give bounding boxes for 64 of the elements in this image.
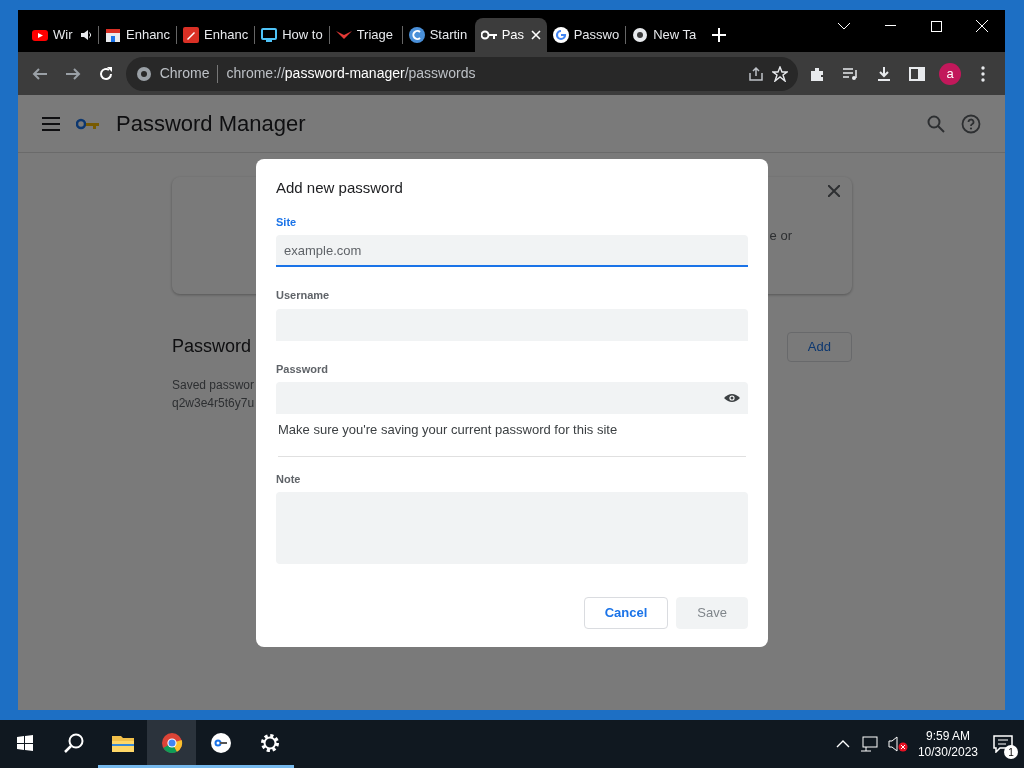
- download-icon[interactable]: [875, 65, 892, 82]
- chevron-down-icon[interactable]: [837, 22, 851, 30]
- store-icon: [105, 27, 121, 43]
- hint-text: Make sure you're saving your current password for this site: [278, 420, 746, 457]
- notification-button[interactable]: 1: [988, 729, 1018, 759]
- back-arrow-icon[interactable]: [31, 65, 48, 82]
- maximize-icon[interactable]: [930, 20, 942, 32]
- section-heading: Password: [172, 335, 252, 359]
- cancel-button[interactable]: Cancel: [583, 597, 669, 629]
- share-icon[interactable]: [747, 65, 764, 82]
- monitor-icon: [261, 27, 278, 43]
- browser-tab[interactable]: Triage: [329, 18, 402, 52]
- windows-start-icon[interactable]: [16, 734, 33, 751]
- volume-muted-icon[interactable]: [887, 736, 908, 752]
- chrome-icon[interactable]: [160, 731, 183, 754]
- video-play-icon: [32, 27, 48, 43]
- google-icon: [552, 27, 569, 43]
- browser-tab[interactable]: New Ta: [626, 18, 703, 52]
- field-label: Username: [276, 288, 331, 303]
- search-icon[interactable]: [63, 732, 84, 753]
- notification-count: 1: [1004, 745, 1018, 759]
- chrome-icon: [135, 65, 152, 82]
- chevron-up-icon[interactable]: [835, 740, 850, 748]
- eye-icon[interactable]: [724, 393, 740, 403]
- star-icon[interactable]: [771, 65, 788, 82]
- forward-arrow-icon[interactable]: [64, 65, 81, 82]
- side-panel-icon[interactable]: [908, 65, 925, 82]
- pen-icon: [183, 27, 200, 43]
- c-circle-icon: [408, 27, 425, 43]
- settings-icon[interactable]: [258, 731, 281, 754]
- puzzle-icon[interactable]: [809, 65, 826, 82]
- clock-time: 9:59 AM: [924, 728, 971, 744]
- field-label: Site: [276, 214, 298, 230]
- network-icon[interactable]: [859, 736, 878, 752]
- clock-date: 10/30/2023: [917, 744, 978, 760]
- help-icon[interactable]: [961, 113, 981, 134]
- description-text: Saved passwor: [172, 376, 255, 394]
- playlist-icon[interactable]: [842, 65, 859, 82]
- minimize-icon[interactable]: [884, 25, 896, 27]
- profile-avatar[interactable]: a: [939, 62, 962, 85]
- key-logo-icon: [76, 116, 100, 131]
- input-field[interactable]: example.com: [276, 235, 748, 267]
- field-label: Password: [276, 361, 329, 377]
- dialog-title: Add new password: [276, 178, 404, 198]
- input-field[interactable]: [276, 382, 748, 414]
- browser-tab[interactable]: Enhanc: [177, 18, 255, 52]
- browser-tab[interactable]: Enhanc: [99, 18, 177, 52]
- new-tab-icon[interactable]: [712, 28, 727, 42]
- field-label: Note: [276, 471, 302, 487]
- description-text: q2w3e4r5t6y7u: [172, 394, 255, 412]
- url-text: chrome://password-manager/passwords: [226, 64, 476, 83]
- browser-tab[interactable]: Passwo: [546, 18, 626, 52]
- browser-tab[interactable]: Startin: [402, 18, 475, 52]
- reload-icon[interactable]: [98, 65, 115, 82]
- browser-tab[interactable]: Pas: [474, 18, 547, 52]
- browser-tab[interactable]: How to: [255, 18, 329, 52]
- app-title: Password Manager: [116, 110, 306, 138]
- key-app-icon[interactable]: [209, 731, 232, 754]
- browser-tab[interactable]: Wir: [26, 18, 98, 52]
- chrome-icon: [632, 27, 649, 43]
- chip-label: Chrome: [159, 64, 210, 83]
- banner-text: e or: [769, 226, 792, 245]
- menu-icon[interactable]: [42, 116, 60, 131]
- address-bar[interactable]: Chrome chrome://password-manager/passwords: [125, 56, 798, 91]
